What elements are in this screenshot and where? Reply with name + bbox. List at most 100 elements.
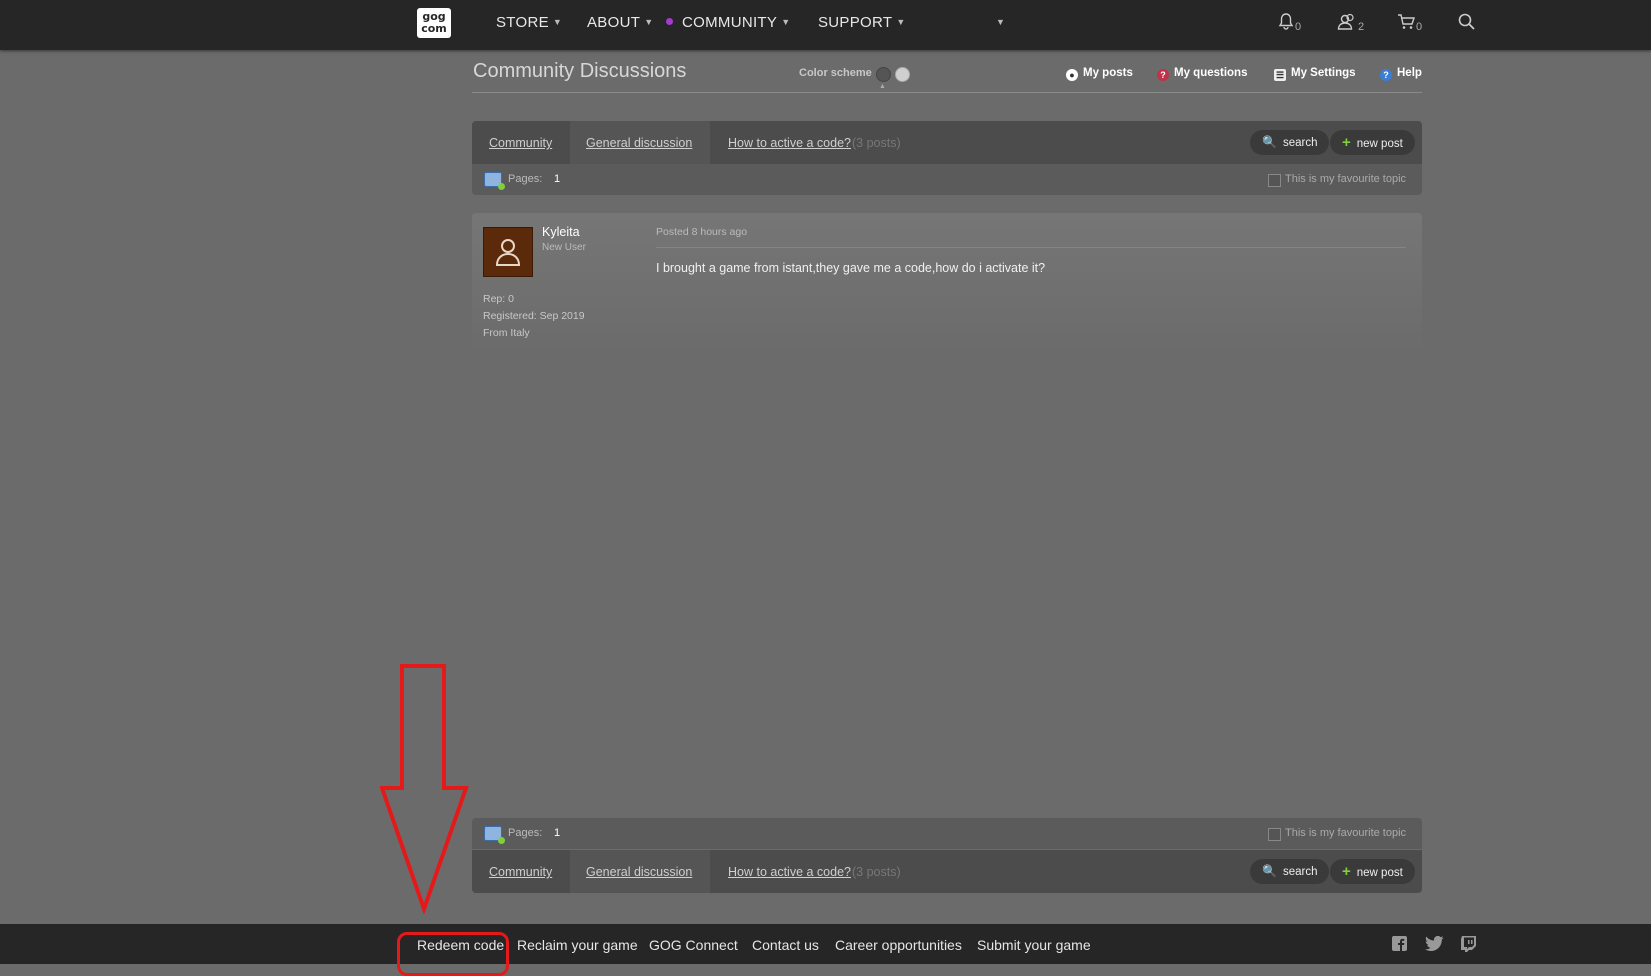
pages-bar-bottom: Pages: 1 This is my favourite topic (472, 818, 1422, 849)
my-settings-link[interactable]: ☰ My Settings (1274, 67, 1356, 81)
pages-bar-top: Pages: 1 This is my favourite topic (472, 164, 1422, 195)
color-scheme-dark-toggle[interactable] (876, 67, 891, 82)
chevron-down-icon: ▼ (644, 17, 654, 27)
gog-logo[interactable]: gog com (417, 8, 451, 38)
search-pill-label: search (1282, 866, 1318, 878)
nav-support-label: SUPPORT (818, 14, 893, 31)
cart-button[interactable]: 0 (1397, 13, 1422, 35)
breadcrumb-bar-bottom: Community General discussion How to acti… (472, 850, 1422, 893)
page-number-link[interactable]: 1 (554, 827, 560, 839)
post-body: I brought a game from istant,they gave m… (656, 261, 1046, 275)
submit-game-link[interactable]: Submit your game (977, 937, 1091, 953)
search-icon: 🔍 (1262, 864, 1277, 878)
header-divider (472, 92, 1422, 93)
career-link[interactable]: Career opportunities (835, 937, 962, 953)
nav-more-chevron-icon[interactable]: ▼ (996, 17, 1005, 27)
footer-bar: Redeem code Reclaim your game GOG Connec… (0, 924, 1651, 964)
crumb-general-discussion[interactable]: General discussion (586, 136, 692, 150)
breadcrumb-bar-top: Community General discussion How to acti… (472, 121, 1422, 164)
friends-icon (1337, 13, 1354, 30)
help-icon: ? (1380, 69, 1392, 81)
twitter-icon[interactable] (1425, 935, 1444, 955)
avatar[interactable] (483, 227, 533, 277)
nav-community[interactable]: COMMUNITY ▼ (666, 14, 790, 31)
plus-icon: + (1342, 863, 1351, 880)
bell-icon (1278, 13, 1294, 30)
author-rep: Rep: 0 (483, 293, 514, 305)
caret-up-icon: ▲ (879, 83, 886, 90)
topic-posts-count: (3 posts) (852, 136, 901, 150)
plus-icon: + (1342, 134, 1351, 151)
my-posts-link[interactable]: ● My posts (1066, 67, 1133, 81)
facebook-icon[interactable] (1392, 936, 1407, 955)
cart-count: 0 (1416, 21, 1423, 33)
nav-support[interactable]: SUPPORT ▼ (818, 14, 906, 31)
search-pill-button[interactable]: 🔍 search (1250, 130, 1330, 155)
post-author[interactable]: Kyleita (542, 225, 580, 239)
notifications-button[interactable]: 0 (1278, 13, 1301, 35)
crumb-topic[interactable]: How to active a code? (728, 865, 851, 879)
color-scheme-light-toggle[interactable] (895, 67, 910, 82)
post-author-role: New User (542, 242, 586, 253)
new-post-label: new post (1356, 867, 1403, 879)
nav-community-label: COMMUNITY (682, 14, 778, 31)
chevron-down-icon: ▼ (896, 17, 906, 27)
crumb-community[interactable]: Community (489, 865, 552, 879)
my-questions-icon: ? (1157, 69, 1169, 81)
twitch-icon[interactable] (1461, 936, 1476, 956)
nav-store[interactable]: STORE ▼ (496, 14, 562, 31)
top-nav-bar: gog com STORE ▼ ABOUT ▼ COMMUNITY ▼ SUPPORT… (0, 0, 1651, 50)
red-arrow-annotation (380, 664, 469, 914)
contact-us-link[interactable]: Contact us (752, 937, 819, 953)
pages-icon (484, 826, 505, 844)
post-divider (656, 247, 1406, 248)
search-pill-button[interactable]: 🔍 search (1250, 859, 1330, 884)
nav-store-label: STORE (496, 14, 549, 31)
friends-button[interactable]: 2 (1337, 13, 1364, 35)
new-post-label: new post (1356, 138, 1403, 150)
my-questions-link[interactable]: ? My questions (1157, 67, 1247, 81)
help-label: Help (1397, 67, 1422, 79)
nav-about-label: ABOUT (587, 14, 641, 31)
chevron-down-icon: ▼ (781, 17, 791, 27)
page-number-link[interactable]: 1 (554, 173, 560, 185)
logo-text-bottom: com (421, 22, 447, 35)
new-post-button[interactable]: + new post (1330, 859, 1415, 884)
friends-count: 2 (1358, 21, 1365, 33)
help-link[interactable]: ? Help (1380, 67, 1422, 81)
settings-icon: ☰ (1274, 69, 1286, 81)
pages-label: Pages: (508, 173, 543, 185)
author-registered: Registered: Sep 2019 (483, 310, 585, 322)
notifications-count: 0 (1295, 21, 1302, 33)
pages-label: Pages: (508, 827, 543, 839)
crumb-general-discussion[interactable]: General discussion (586, 865, 692, 879)
search-icon (1458, 13, 1475, 30)
new-post-button[interactable]: + new post (1330, 130, 1415, 155)
highlight-box-annotation (397, 932, 509, 976)
reclaim-game-link[interactable]: Reclaim your game (517, 937, 638, 953)
favourite-checkbox[interactable] (1268, 174, 1281, 187)
author-location: From Italy (483, 327, 530, 339)
search-pill-label: search (1282, 137, 1318, 149)
forum-post: Kyleita New User Rep: 0 Registered: Sep … (472, 213, 1422, 353)
topic-posts-count: (3 posts) (852, 865, 901, 879)
my-posts-label: My posts (1083, 67, 1133, 79)
page-title: Community Discussions (473, 60, 687, 82)
my-posts-icon: ● (1066, 69, 1078, 81)
my-questions-label: My questions (1174, 67, 1248, 79)
favourite-label: This is my favourite topic (1285, 827, 1407, 839)
crumb-topic[interactable]: How to active a code? (728, 136, 851, 150)
color-scheme-label: Color scheme (799, 67, 872, 79)
favourite-checkbox[interactable] (1268, 828, 1281, 841)
gog-connect-link[interactable]: GOG Connect (649, 937, 738, 953)
my-settings-label: My Settings (1291, 67, 1356, 79)
crumb-community[interactable]: Community (489, 136, 552, 150)
post-timestamp: Posted 8 hours ago (656, 226, 748, 238)
favourite-label: This is my favourite topic (1285, 173, 1407, 185)
pages-icon (484, 172, 505, 190)
search-button[interactable] (1458, 13, 1475, 35)
user-icon (495, 239, 521, 266)
active-dot-icon (666, 18, 673, 25)
nav-about[interactable]: ABOUT ▼ (587, 14, 653, 31)
search-icon: 🔍 (1262, 135, 1277, 149)
